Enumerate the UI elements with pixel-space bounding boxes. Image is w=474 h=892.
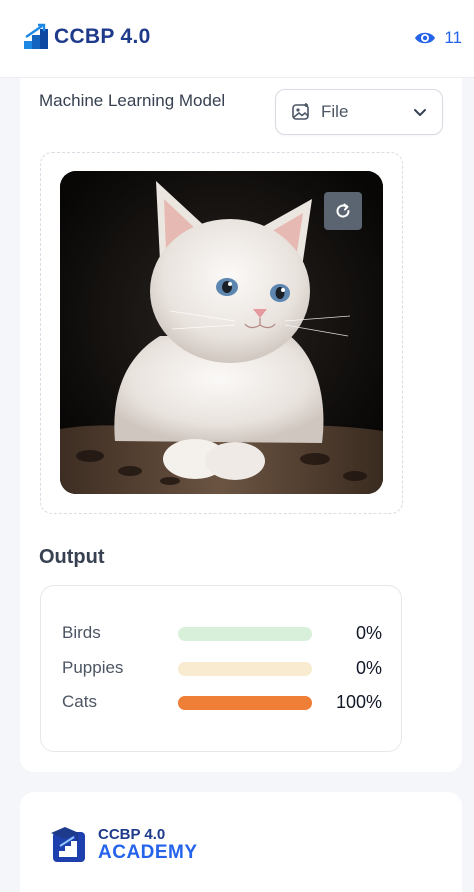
file-select-button[interactable]: File [275,89,443,135]
result-bar [178,662,312,676]
result-label: Puppies [62,658,124,677]
result-row-birds: Birds 0% [62,623,382,645]
refresh-icon [336,203,350,218]
chevron-down-icon [414,109,426,116]
result-row-cats: Cats 100% [62,692,382,714]
viewer-count-value: 11 [444,28,462,47]
refresh-button[interactable] [324,192,362,230]
output-title: Output [39,546,105,568]
model-title: Machine Learning Model [39,91,226,110]
eye-icon [415,32,436,44]
academy-line2: ACADEMY [98,842,198,863]
file-button-label: File [321,102,349,121]
result-value: 100% [335,692,382,712]
top-bar: CCBP 4.0 11 [0,0,474,78]
result-label: Cats [62,692,97,711]
result-bar-fill [178,696,312,710]
academy-logo-icon [51,827,85,862]
result-bar [178,627,312,641]
result-row-puppies: Puppies 0% [62,658,382,680]
result-bar [178,696,312,710]
result-label: Birds [62,623,101,642]
image-upload-icon [292,103,309,120]
ccbp-logo[interactable]: CCBP 4.0 [22,20,151,54]
viewer-count: 11 [414,28,462,48]
logo-text: CCBP 4.0 [54,25,151,48]
ccbp-academy-logo[interactable]: CCBP 4.0 ACADEMY [50,824,198,864]
result-value: 0% [355,623,382,643]
result-value: 0% [355,658,382,678]
logo-stairs-icon [22,23,50,51]
